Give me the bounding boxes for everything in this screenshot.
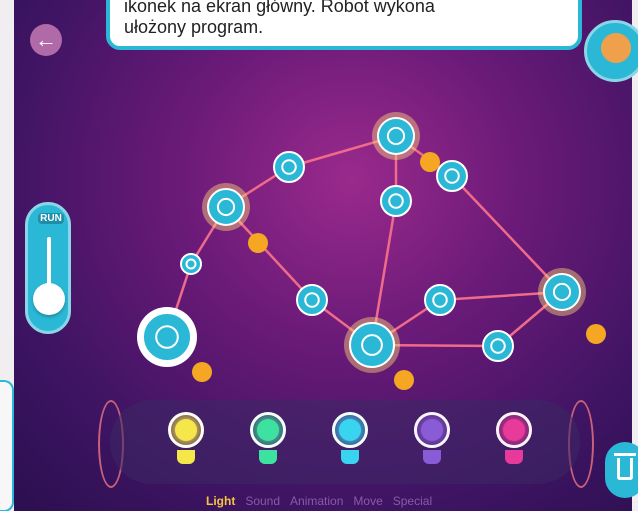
instruction-bubble: ikonek na ekran główny. Robot wykona uło…	[106, 0, 582, 50]
trash-button[interactable]	[605, 442, 638, 498]
category-tabs: Light Sound Animation Move Special	[206, 494, 432, 508]
node-circle	[436, 160, 468, 192]
tab-special[interactable]: Special	[393, 494, 432, 508]
tab-move[interactable]: Move	[353, 494, 382, 508]
timer-icon[interactable]	[586, 324, 606, 344]
run-track	[47, 237, 51, 289]
node-circle	[349, 322, 395, 368]
run-switch[interactable]: RUN	[25, 202, 71, 334]
bulb-base	[423, 450, 441, 464]
program-node[interactable]	[424, 284, 456, 316]
timer-icon[interactable]	[192, 362, 212, 382]
block-palette	[110, 400, 580, 484]
connection-lines	[165, 134, 563, 348]
program-node[interactable]	[482, 330, 514, 362]
node-circle	[377, 117, 415, 155]
program-node[interactable]	[273, 151, 305, 183]
node-circle	[142, 312, 192, 362]
node-circle	[273, 151, 305, 183]
node-circle	[180, 253, 202, 275]
tab-sound[interactable]: Sound	[245, 494, 280, 508]
program-node[interactable]	[180, 253, 202, 275]
light-bulb-icon[interactable]	[412, 412, 452, 468]
timer-icon[interactable]	[420, 152, 440, 172]
bulb-core	[339, 419, 361, 441]
trash-icon	[617, 458, 633, 480]
program-node[interactable]	[436, 160, 468, 192]
bulb-core	[257, 419, 279, 441]
node-circle	[424, 284, 456, 316]
node-circle	[380, 185, 412, 217]
light-bulb-icon[interactable]	[494, 412, 534, 468]
program-node[interactable]	[202, 183, 250, 231]
avatar[interactable]	[584, 20, 638, 82]
light-bulb-icon[interactable]	[330, 412, 370, 468]
node-circle	[543, 273, 581, 311]
program-node[interactable]	[372, 112, 420, 160]
run-label: RUN	[38, 213, 64, 224]
bulb-base	[341, 450, 359, 464]
robot-face-icon	[601, 33, 631, 63]
bulb-base	[505, 450, 523, 464]
light-bulb-icon[interactable]	[248, 412, 288, 468]
instruction-line-2: ułożony program.	[124, 17, 264, 37]
tab-light[interactable]: Light	[206, 494, 235, 508]
run-knob[interactable]	[33, 283, 65, 315]
bulb-base	[259, 450, 277, 464]
bulb-base	[177, 450, 195, 464]
program-node[interactable]	[344, 317, 400, 373]
bulb-core	[503, 419, 525, 441]
trash-lid	[614, 453, 636, 456]
light-bulb-icon[interactable]	[166, 412, 206, 468]
timer-icon[interactable]	[394, 370, 414, 390]
timer-icon[interactable]	[248, 233, 268, 253]
program-node[interactable]	[380, 185, 412, 217]
arrow-left-icon: ←	[35, 27, 57, 52]
instruction-line-1: ikonek na ekran główny. Robot wykona	[124, 0, 435, 16]
node-circle	[207, 188, 245, 226]
program-node[interactable]	[538, 268, 586, 316]
bulb-core	[421, 419, 443, 441]
tab-animation[interactable]: Animation	[290, 494, 343, 508]
program-node[interactable]	[296, 284, 328, 316]
node-circle	[296, 284, 328, 316]
program-nodes	[137, 112, 606, 390]
program-canvas[interactable]: ← ikonek na ekran główny. Robot wykona u…	[0, 0, 638, 511]
start-node[interactable]	[137, 307, 197, 367]
bulb-core	[175, 419, 197, 441]
back-button[interactable]: ←	[30, 24, 62, 56]
node-circle	[482, 330, 514, 362]
